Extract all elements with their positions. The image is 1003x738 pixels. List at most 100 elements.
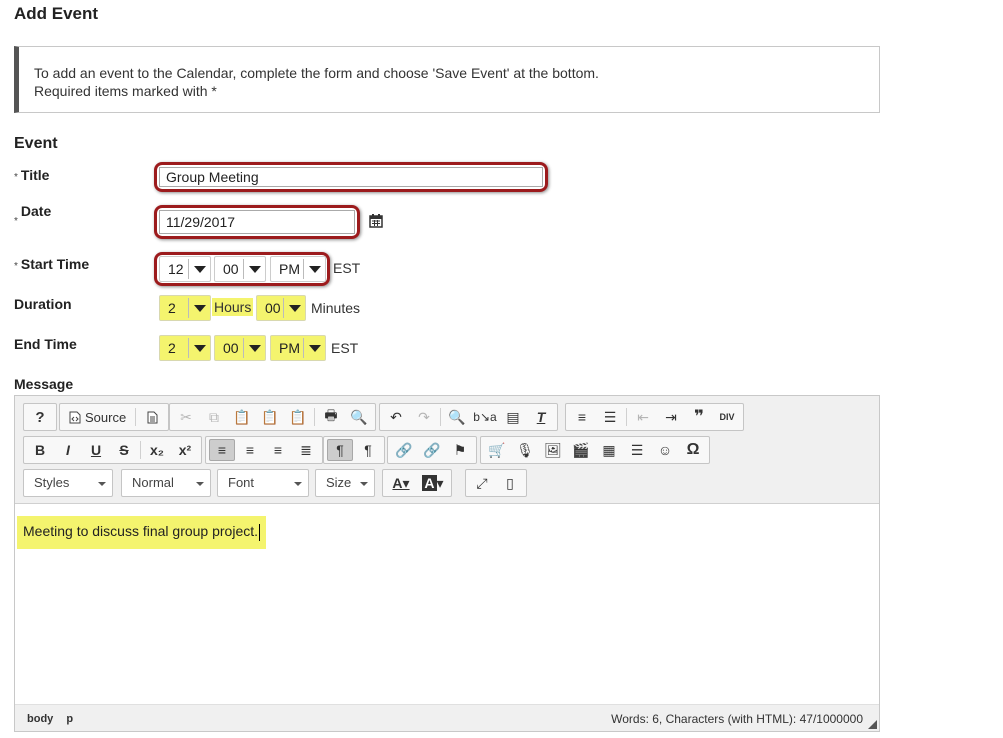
- help-icon[interactable]: ?: [27, 406, 53, 428]
- ltr-icon[interactable]: ¶: [327, 439, 353, 461]
- numbered-list-icon[interactable]: ≡: [569, 406, 595, 428]
- document-icon[interactable]: [139, 406, 165, 428]
- chevron-down-icon: [188, 259, 210, 279]
- indent-icon[interactable]: ⇥: [658, 406, 684, 428]
- title-input[interactable]: Group Meeting: [159, 167, 543, 187]
- cart-icon[interactable]: 🛒: [484, 439, 510, 461]
- chevron-down-icon: [188, 338, 210, 358]
- paste-word-icon[interactable]: 📋: [285, 406, 311, 428]
- toolbar-group-tools: ⤢ ▯: [465, 469, 527, 497]
- chevron-down-icon: [188, 298, 210, 318]
- instructions-line-1: To add an event to the Calendar, complet…: [34, 65, 599, 81]
- italic-icon[interactable]: I: [55, 439, 81, 461]
- end-ampm-select[interactable]: PM: [270, 335, 326, 361]
- preview-icon[interactable]: 🔍: [346, 406, 372, 428]
- date-input[interactable]: 11/29/2017: [159, 210, 355, 234]
- image-icon[interactable]: 🖼: [540, 439, 566, 461]
- blockquote-icon[interactable]: ❞: [686, 406, 712, 428]
- duration-hours-select[interactable]: 2: [159, 295, 211, 321]
- bold-icon[interactable]: B: [27, 439, 53, 461]
- superscript-icon[interactable]: x²: [172, 439, 198, 461]
- toolbar-group-colors: A▾ A ▾: [382, 469, 452, 497]
- movie-icon[interactable]: 🎬: [568, 439, 594, 461]
- anchor-icon[interactable]: ⚑: [447, 439, 473, 461]
- required-marker: *: [14, 216, 18, 227]
- unlink-icon[interactable]: 🔗: [419, 439, 445, 461]
- underline-icon[interactable]: U: [83, 439, 109, 461]
- word-count: Words: 6, Characters (with HTML): 47/100…: [611, 712, 863, 726]
- duration-minutes-unit: Minutes: [311, 300, 361, 316]
- undo-icon[interactable]: ↶: [383, 406, 409, 428]
- path-body[interactable]: body: [27, 713, 53, 725]
- duration-label: Duration: [14, 296, 72, 312]
- chevron-down-icon: [243, 338, 265, 358]
- toolbar-group-direction: ¶ ¶: [323, 436, 385, 464]
- format-dropdown[interactable]: Normal: [121, 469, 211, 497]
- size-dropdown[interactable]: Size: [315, 469, 375, 497]
- table-icon[interactable]: ▦: [596, 439, 622, 461]
- start-timezone: EST: [333, 260, 361, 276]
- toolbar-group-insert: 🛒 🎙 🖼 🎬 ▦ ☰ ☺ Ω: [480, 436, 710, 464]
- chevron-down-icon: [303, 338, 325, 358]
- chevron-down-icon: [98, 482, 106, 486]
- div-container-icon[interactable]: DIV: [714, 406, 740, 428]
- title-label: * Title: [14, 167, 50, 183]
- text-color-icon[interactable]: A▾: [386, 472, 416, 494]
- start-hour-select[interactable]: 12: [159, 256, 211, 282]
- justify-icon[interactable]: ≣: [293, 439, 319, 461]
- toolbar-group-basic-styles: B I U S x₂ x²: [23, 436, 202, 464]
- bulleted-list-icon[interactable]: ☰: [597, 406, 623, 428]
- text-cursor: [259, 523, 261, 541]
- editor-toolbar: ? Source ✂ ⧉ 📋 📋 📋 🖶 🔍 ↶ ↷ 🔍 b↘a ▤ T ≡ ☰…: [15, 396, 879, 504]
- source-button[interactable]: Source: [63, 406, 132, 428]
- required-marker: *: [14, 172, 18, 183]
- background-color-icon[interactable]: A ▾: [418, 472, 448, 494]
- path-p[interactable]: p: [66, 713, 73, 725]
- toolbar-group-links: 🔗 🔗 ⚑: [387, 436, 477, 464]
- align-right-icon[interactable]: ≡: [265, 439, 291, 461]
- chevron-down-icon: [360, 482, 368, 486]
- subscript-icon[interactable]: x₂: [144, 439, 170, 461]
- calendar-icon[interactable]: [369, 214, 383, 231]
- resize-handle-icon[interactable]: [868, 720, 877, 729]
- paste-icon[interactable]: 📋: [229, 406, 255, 428]
- cut-icon[interactable]: ✂: [173, 406, 199, 428]
- align-center-icon[interactable]: ≡: [237, 439, 263, 461]
- instructions-line-2: Required items marked with *: [34, 83, 217, 99]
- microphone-icon[interactable]: 🎙: [512, 439, 538, 461]
- end-hour-select[interactable]: 2: [159, 335, 211, 361]
- instructions-box: To add an event to the Calendar, complet…: [14, 46, 880, 113]
- element-path: body p: [27, 713, 83, 725]
- paste-text-icon[interactable]: 📋: [257, 406, 283, 428]
- start-minute-select[interactable]: 00: [214, 256, 266, 282]
- source-icon: [69, 411, 81, 423]
- redo-icon[interactable]: ↷: [411, 406, 437, 428]
- print-icon[interactable]: 🖶: [318, 406, 344, 428]
- chevron-down-icon: [243, 259, 265, 279]
- font-dropdown[interactable]: Font: [217, 469, 309, 497]
- select-all-icon[interactable]: ▤: [500, 406, 526, 428]
- message-label: Message: [14, 376, 74, 392]
- special-char-icon[interactable]: Ω: [680, 439, 706, 461]
- link-icon[interactable]: 🔗: [391, 439, 417, 461]
- rtl-icon[interactable]: ¶: [355, 439, 381, 461]
- duration-hours-unit: Hours: [212, 298, 254, 316]
- end-minute-select[interactable]: 00: [214, 335, 266, 361]
- outdent-icon[interactable]: ⇤: [630, 406, 656, 428]
- start-ampm-select[interactable]: PM: [270, 256, 326, 282]
- copy-icon[interactable]: ⧉: [201, 406, 227, 428]
- horizontal-rule-icon[interactable]: ☰: [624, 439, 650, 461]
- find-icon[interactable]: 🔍: [444, 406, 470, 428]
- editor-content-area[interactable]: Meeting to discuss final group project.: [15, 504, 879, 704]
- duration-minutes-select[interactable]: 00: [256, 295, 306, 321]
- styles-dropdown[interactable]: Styles: [23, 469, 113, 497]
- show-blocks-icon[interactable]: ▯: [497, 472, 523, 494]
- smiley-icon[interactable]: ☺: [652, 439, 678, 461]
- maximize-icon[interactable]: ⤢: [469, 472, 495, 494]
- toolbar-group-lists: ≡ ☰ ⇤ ⇥ ❞ DIV: [565, 403, 744, 431]
- align-left-icon[interactable]: ≡: [209, 439, 235, 461]
- replace-icon[interactable]: b↘a: [472, 406, 498, 428]
- strikethrough-icon[interactable]: S: [111, 439, 137, 461]
- remove-format-icon[interactable]: T: [528, 406, 554, 428]
- toolbar-group-clipboard: ✂ ⧉ 📋 📋 📋 🖶 🔍: [169, 403, 376, 431]
